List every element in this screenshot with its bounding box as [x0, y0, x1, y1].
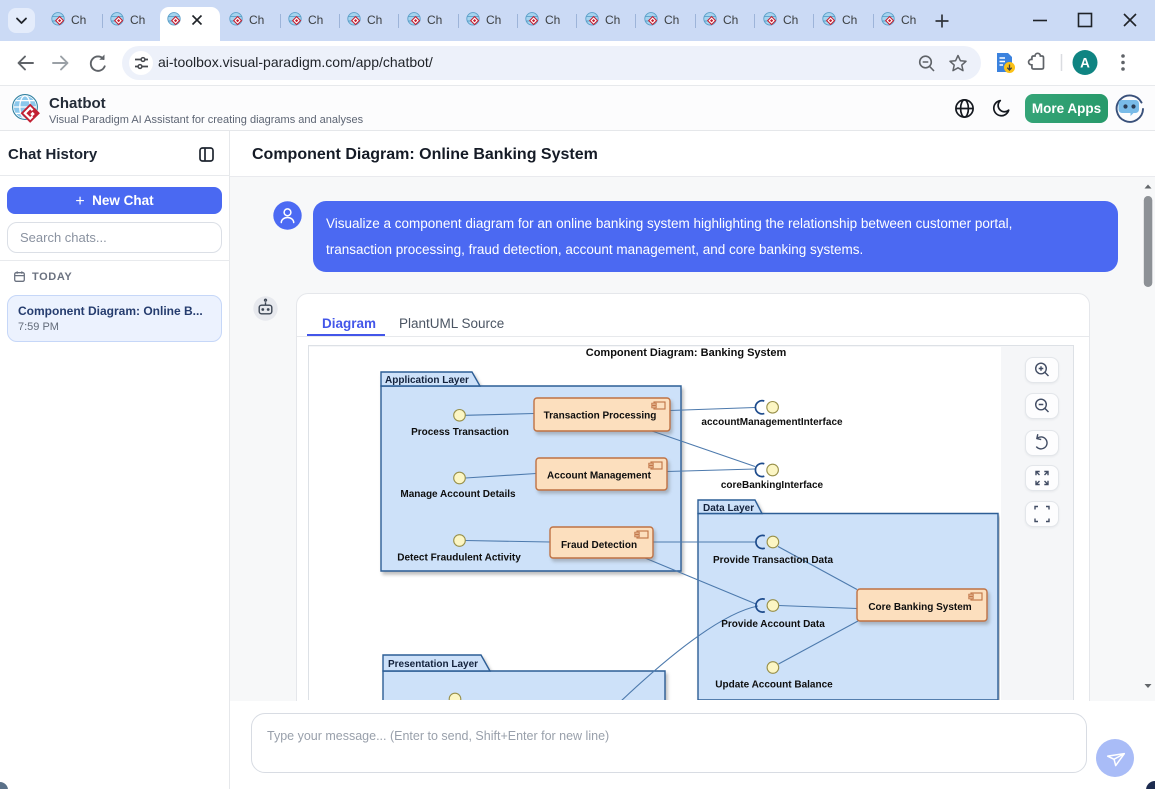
svg-text:Provide Account Data: Provide Account Data	[721, 619, 825, 630]
svg-text:Transaction Processing: Transaction Processing	[544, 411, 657, 422]
svg-text:Presentation Layer: Presentation Layer	[388, 659, 478, 670]
svg-text:Manage Account Details: Manage Account Details	[400, 489, 516, 500]
svg-text:A: A	[1080, 55, 1090, 70]
svg-text:Data Layer: Data Layer	[703, 503, 754, 514]
svg-text:Core Banking System: Core Banking System	[868, 602, 971, 613]
svg-text:accountManagementInterface: accountManagementInterface	[701, 417, 843, 428]
svg-text:coreBankingInterface: coreBankingInterface	[721, 480, 824, 491]
svg-text:Component Diagram: Banking Sys: Component Diagram: Banking System	[586, 347, 787, 359]
svg-text:Fraud Detection: Fraud Detection	[561, 540, 637, 551]
svg-text:Provide Transaction Data: Provide Transaction Data	[713, 555, 833, 566]
svg-text:Process Transaction: Process Transaction	[411, 427, 509, 438]
svg-text:Detect Fraudulent Activity: Detect Fraudulent Activity	[397, 553, 521, 564]
svg-text:Account Management: Account Management	[547, 471, 652, 482]
svg-text:Application Layer: Application Layer	[385, 375, 469, 386]
svg-text:Update Account Balance: Update Account Balance	[715, 680, 833, 691]
